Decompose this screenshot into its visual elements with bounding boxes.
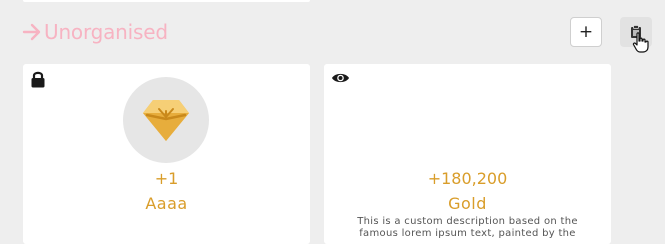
card-value: +180,200 bbox=[427, 169, 508, 188]
section-header: Unorganised bbox=[22, 18, 168, 46]
lock-icon bbox=[31, 71, 45, 88]
card-name: Gold bbox=[448, 194, 487, 213]
hand-cursor-icon bbox=[632, 32, 649, 53]
card-name: Aaaa bbox=[145, 194, 188, 213]
reward-card[interactable]: +1 Aaaa bbox=[23, 64, 310, 244]
add-button-label: + bbox=[578, 21, 594, 42]
eye-icon bbox=[332, 73, 349, 83]
gem-icon bbox=[143, 100, 189, 141]
add-button[interactable]: + bbox=[570, 17, 602, 47]
previous-card-edge bbox=[23, 0, 310, 2]
card-description: This is a custom description based on th… bbox=[357, 216, 578, 239]
section-title: Unorganised bbox=[44, 20, 168, 44]
arrow-right-icon bbox=[22, 23, 41, 41]
reward-card[interactable]: +180,200 Gold This is a custom descripti… bbox=[324, 64, 611, 244]
card-badge bbox=[123, 77, 209, 163]
card-value: +1 bbox=[154, 169, 179, 188]
